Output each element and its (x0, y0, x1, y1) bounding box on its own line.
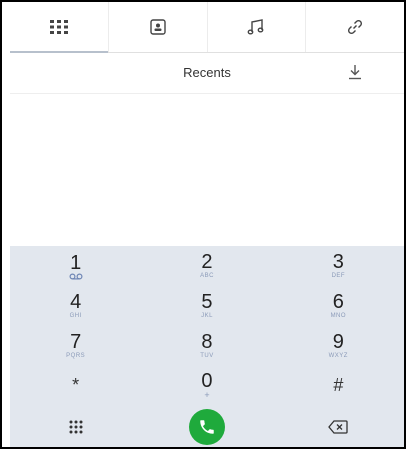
key-6[interactable]: 6 MNO (273, 286, 404, 326)
key-digit: * (72, 375, 80, 395)
key-digit: 2 (201, 251, 213, 273)
phone-icon (200, 419, 214, 434)
key-1[interactable]: 1 (10, 246, 141, 286)
key-letters: GHI (69, 313, 82, 319)
recents-list (10, 94, 404, 244)
dial-keypad: 1 2 ABC 3 DEF 4 GHI 5 JKL 6 MNO 7 PQRS 8… (10, 246, 404, 447)
tab-keypad[interactable] (10, 2, 109, 53)
backspace-button[interactable] (273, 404, 404, 447)
top-tab-bar (10, 2, 404, 53)
dialer-screen: Recents 1 2 ABC 3 DEF 4 GHI 5 JKL 6 MNO … (0, 0, 406, 449)
key-star[interactable]: * (10, 366, 141, 404)
key-digit: 1 (70, 251, 82, 274)
tab-contacts[interactable] (109, 2, 208, 52)
grid-icon (69, 420, 83, 433)
key-digit: 5 (201, 291, 213, 313)
key-digit: 6 (332, 291, 344, 313)
key-digit: 9 (332, 331, 344, 353)
key-0[interactable]: 0 + (141, 366, 272, 404)
key-4[interactable]: 4 GHI (10, 286, 141, 326)
key-letters: DEF (331, 273, 346, 279)
key-digit: 0 (201, 370, 213, 392)
key-letters: WXYZ (328, 353, 348, 359)
key-5[interactable]: 5 JKL (141, 286, 272, 326)
key-letters: MNO (330, 313, 347, 319)
hide-keypad-button[interactable] (10, 404, 141, 447)
key-digit: 7 (70, 331, 82, 353)
call-button[interactable] (188, 408, 225, 445)
key-7[interactable]: 7 PQRS (10, 326, 141, 366)
grid-icon (49, 20, 68, 34)
key-2[interactable]: 2 ABC (141, 246, 272, 286)
key-letters: PQRS (66, 353, 86, 359)
link-icon (348, 19, 363, 35)
key-letters: ABC (200, 273, 214, 279)
key-9[interactable]: 9 WXYZ (273, 326, 404, 366)
key-digit: 4 (70, 291, 82, 313)
key-8[interactable]: 8 TUV (141, 326, 272, 366)
call-button-cell (141, 404, 272, 447)
music-note-icon (247, 19, 264, 35)
backspace-icon (328, 419, 348, 434)
key-hash[interactable]: # (273, 366, 404, 404)
key-digit: # (333, 375, 344, 395)
key-3[interactable]: 3 DEF (273, 246, 404, 286)
key-letters: JKL (201, 313, 213, 319)
key-digit: 3 (332, 251, 344, 273)
key-letters: + (204, 390, 210, 400)
page-title: Recents (183, 65, 231, 80)
key-digit: 8 (201, 331, 213, 353)
recents-header: Recents (10, 53, 404, 94)
key-letters: TUV (200, 353, 214, 359)
voicemail-icon (69, 272, 83, 280)
contact-card-icon (149, 19, 166, 35)
download-icon[interactable] (348, 64, 362, 80)
tab-music[interactable] (208, 2, 307, 52)
tab-links[interactable] (306, 2, 404, 52)
